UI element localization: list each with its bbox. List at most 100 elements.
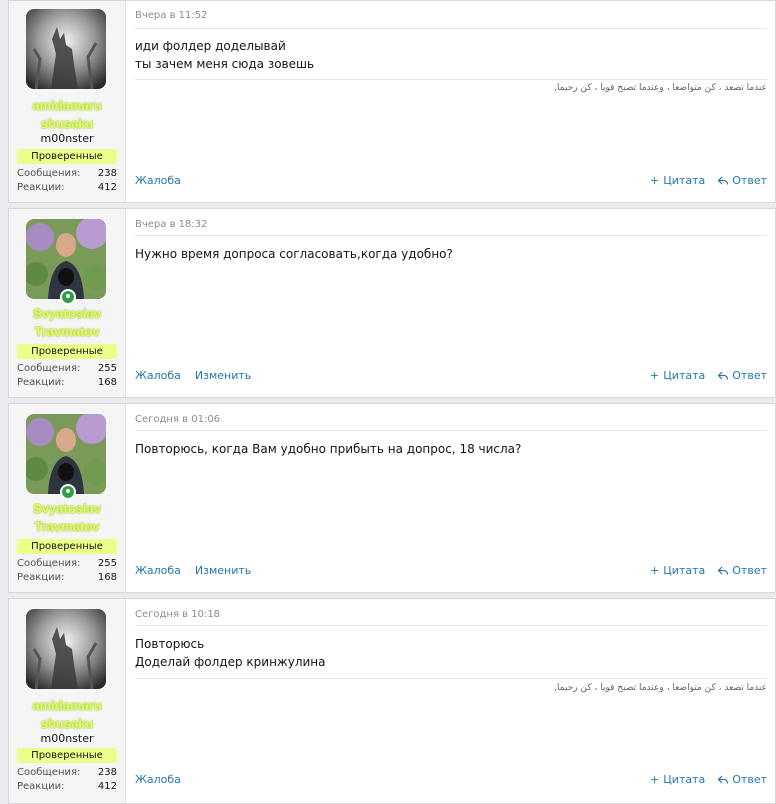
stat-value: 168 <box>97 572 117 583</box>
username-line: shusaku <box>40 116 94 131</box>
stat-label: Реакции: <box>17 182 65 193</box>
stat-messages: Сообщения: 255 <box>17 557 117 571</box>
stat-messages: Сообщения: 238 <box>17 167 117 181</box>
report-link[interactable]: Жалоба <box>135 773 181 786</box>
reply-icon <box>718 371 729 380</box>
username-line: amidamaru <box>32 698 102 713</box>
stat-value: 168 <box>97 377 117 388</box>
username[interactable]: amidamaru shusaku <box>9 697 125 733</box>
plus-icon: + <box>650 773 660 786</box>
reply-button[interactable]: Ответ <box>718 369 767 382</box>
stat-messages: Сообщения: 255 <box>17 362 117 376</box>
user-cell: amidamaru shusaku m00nster Проверенные С… <box>9 599 126 803</box>
stat-reactions: Реакции: 412 <box>17 181 117 195</box>
post-actions: Жалоба Изменить + Цитата Ответ <box>135 564 767 580</box>
divider <box>135 678 767 679</box>
plus-icon: + <box>650 369 660 382</box>
username-line: amidamaru <box>32 98 102 113</box>
message-line: Повторюсь, когда Вам удобно прибыть на д… <box>135 442 522 456</box>
signature: ,عندما تصعد ، كن متواضعا ، وعندما تصبح ق… <box>554 83 767 93</box>
user-banner: Проверенные <box>17 344 117 359</box>
avatar[interactable] <box>26 9 106 89</box>
quote-label: Цитата <box>663 369 706 382</box>
quote-button[interactable]: + Цитата <box>650 773 705 786</box>
post-actions: Жалоба + Цитата Ответ <box>135 773 767 789</box>
message-line: Нужно время допроса согласовать,когда уд… <box>135 247 453 261</box>
report-link[interactable]: Жалоба <box>135 564 181 577</box>
stat-reactions: Реакции: 412 <box>17 780 117 794</box>
username[interactable]: Svyatoslav Travmatov <box>9 305 125 341</box>
post-date[interactable]: Сегодня в 01:06 <box>135 414 220 425</box>
stat-label: Сообщения: <box>17 168 81 179</box>
stat-label: Реакции: <box>17 781 65 792</box>
stat-value: 238 <box>97 168 117 179</box>
post-date[interactable]: Вчера в 18:32 <box>135 219 207 230</box>
reply-label: Ответ <box>732 773 767 786</box>
post: amidamaru shusaku m00nster Проверенные С… <box>8 0 776 203</box>
reply-button[interactable]: Ответ <box>718 773 767 786</box>
stat-value: 412 <box>97 781 117 792</box>
reply-button[interactable]: Ответ <box>718 564 767 577</box>
quote-button[interactable]: + Цитата <box>650 564 705 577</box>
username-line: shusaku <box>40 716 94 731</box>
stat-value: 238 <box>97 767 117 778</box>
user-cell: Svyatoslav Travmatov Проверенные Сообщен… <box>9 404 126 592</box>
avatar[interactable] <box>26 219 106 299</box>
edit-link[interactable]: Изменить <box>195 564 251 577</box>
avatar[interactable] <box>26 414 106 494</box>
post-date[interactable]: Вчера в 11:52 <box>135 10 207 21</box>
message-body: Нужно время допроса согласовать,когда уд… <box>135 245 765 263</box>
edit-link[interactable]: Изменить <box>195 369 251 382</box>
plus-icon: + <box>650 564 660 577</box>
divider <box>135 430 767 431</box>
stat-value: 255 <box>97 363 117 374</box>
report-link[interactable]: Жалоба <box>135 174 181 187</box>
user-cell: amidamaru shusaku m00nster Проверенные С… <box>9 1 126 202</box>
divider <box>135 28 767 29</box>
username[interactable]: Svyatoslav Travmatov <box>9 500 125 536</box>
message-line: иди фолдер доделывай <box>135 39 286 53</box>
stat-reactions: Реакции: 168 <box>17 571 117 585</box>
post: amidamaru shusaku m00nster Проверенные С… <box>8 598 776 804</box>
online-status-icon <box>60 289 76 305</box>
thread: amidamaru shusaku m00nster Проверенные С… <box>0 0 776 804</box>
message-cell: Вчера в 18:32 Нужно время допроса соглас… <box>126 209 775 397</box>
post-actions: Жалоба Изменить + Цитата Ответ <box>135 369 767 385</box>
post: Svyatoslav Travmatov Проверенные Сообщен… <box>8 403 776 593</box>
username-line: Svyatoslav <box>33 306 101 321</box>
stat-value: 412 <box>97 182 117 193</box>
username-line: Svyatoslav <box>33 501 101 516</box>
plus-icon: + <box>650 174 660 187</box>
quote-button[interactable]: + Цитата <box>650 174 705 187</box>
reply-label: Ответ <box>732 174 767 187</box>
post-date[interactable]: Сегодня в 10:18 <box>135 609 220 620</box>
quote-label: Цитата <box>663 174 706 187</box>
post: Svyatoslav Travmatov Проверенные Сообщен… <box>8 208 776 398</box>
message-cell: Сегодня в 01:06 Повторюсь, когда Вам удо… <box>126 404 775 592</box>
user-title: m00nster <box>40 132 94 145</box>
username-line: Travmatov <box>34 519 100 534</box>
quote-button[interactable]: + Цитата <box>650 369 705 382</box>
message-body: иди фолдер доделывай ты зачем меня сюда … <box>135 37 765 73</box>
post-actions: Жалоба + Цитата Ответ <box>135 174 767 190</box>
report-link[interactable]: Жалоба <box>135 369 181 382</box>
divider <box>135 79 767 80</box>
divider <box>135 235 767 236</box>
stat-value: 255 <box>97 558 117 569</box>
user-banner: Проверенные <box>17 748 117 763</box>
quote-label: Цитата <box>663 564 706 577</box>
username-line: Travmatov <box>34 324 100 339</box>
message-line: Повторюсь <box>135 637 205 651</box>
stat-label: Реакции: <box>17 572 65 583</box>
message-body: Повторюсь, когда Вам удобно прибыть на д… <box>135 440 765 458</box>
reply-label: Ответ <box>732 369 767 382</box>
user-title: m00nster <box>40 732 94 745</box>
signature: ,عندما تصعد ، كن متواضعا ، وعندما تصبح ق… <box>554 683 767 693</box>
avatar[interactable] <box>26 609 106 689</box>
stat-messages: Сообщения: 238 <box>17 766 117 780</box>
reply-button[interactable]: Ответ <box>718 174 767 187</box>
stat-label: Реакции: <box>17 377 65 388</box>
stat-reactions: Реакции: 168 <box>17 376 117 390</box>
username[interactable]: amidamaru shusaku <box>9 97 125 133</box>
reply-label: Ответ <box>732 564 767 577</box>
